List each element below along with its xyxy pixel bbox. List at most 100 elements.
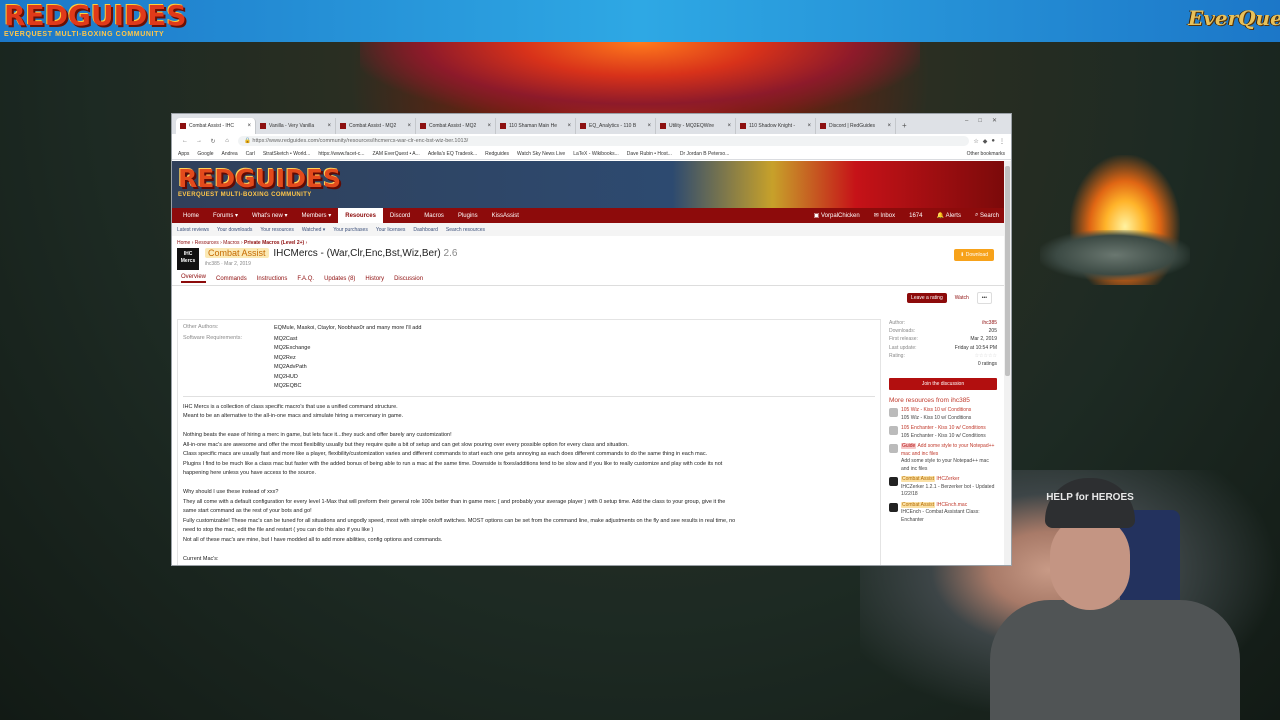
window-controls[interactable]: –□✕ xyxy=(965,117,1007,124)
nav-alerts[interactable]: 🔔 Alerts xyxy=(929,208,967,223)
menu-icon[interactable]: ⋮ xyxy=(999,138,1005,145)
close-icon[interactable]: × xyxy=(247,123,251,129)
new-tab-button[interactable]: + xyxy=(896,118,913,134)
nav-item[interactable]: KissAssist xyxy=(485,208,526,223)
resource-tab[interactable]: F.A.Q. xyxy=(297,276,314,282)
leave-rating-button[interactable]: Leave a rating xyxy=(907,292,947,303)
bookmark-item[interactable]: LaTeX - Wikibooks... xyxy=(573,151,619,157)
close-icon[interactable]: × xyxy=(487,123,491,129)
download-button[interactable]: ⬇ Download xyxy=(954,249,994,261)
more-resource-item[interactable]: 105 Wiz - Kiss 10 w/ Conditions 105 Wiz -… xyxy=(889,407,997,422)
browser-tab[interactable]: Combat Assist - IHC × xyxy=(176,118,256,134)
nav-inbox[interactable]: ✉ Inbox xyxy=(867,208,902,223)
more-resource-item[interactable]: Combat Assist IHCEnch.mac IHCEnch - Comba… xyxy=(889,501,997,525)
subnav-item[interactable]: Latest reviews xyxy=(177,227,209,233)
resource-tab[interactable]: Instructions xyxy=(257,276,288,282)
more-resource-item[interactable]: 105 Enchanter - Kiss 10 w/ Conditions 105… xyxy=(889,425,997,440)
bookmark-item[interactable]: Google xyxy=(197,151,213,157)
close-icon[interactable]: × xyxy=(887,123,891,129)
description-line: Nothing beats the ease of hiring a merc … xyxy=(183,432,452,438)
subnav-item[interactable]: Search resources xyxy=(446,227,485,233)
close-icon[interactable]: × xyxy=(727,123,731,129)
nav-item[interactable]: Discord xyxy=(383,208,417,223)
extension-icon[interactable]: ◆ xyxy=(983,138,988,145)
nav-user[interactable]: ▣ VorpalChicken xyxy=(807,208,867,223)
bookmark-item[interactable]: Apps xyxy=(178,151,189,157)
browser-tab[interactable]: EQ_Analytics - 110 B × xyxy=(576,118,656,134)
more-resource-item[interactable]: Combat Assist IHCZerker IHCZerker 1.2.1 -… xyxy=(889,476,997,499)
resource-tab[interactable]: Commands xyxy=(216,276,247,282)
bookmark-item[interactable]: Andrea xyxy=(222,151,238,157)
browser-tab[interactable]: Combat Assist - MQ2 × xyxy=(416,118,496,134)
more-resource-title[interactable]: Guide Add some style to your Notepad++ m… xyxy=(901,443,997,458)
nav-item[interactable]: Forums ▾ xyxy=(206,208,245,223)
bookmark-item[interactable]: Dave Rubin • Host... xyxy=(627,151,672,157)
bookmark-item[interactable]: Watch Sky News Live xyxy=(517,151,565,157)
bookmark-item[interactable]: Redguides xyxy=(485,151,509,157)
more-resource-title[interactable]: Combat Assist IHCZerker xyxy=(901,476,997,484)
forward-icon[interactable]: → xyxy=(192,138,206,144)
resource-tabs: Overview Commands Instructions F.A.Q. Update… xyxy=(172,272,1006,286)
nav-item[interactable]: What's new ▾ xyxy=(245,208,295,223)
close-icon[interactable]: × xyxy=(327,123,331,129)
subnav-item[interactable]: Your resources xyxy=(260,227,293,233)
resource-tab[interactable]: Overview xyxy=(181,274,207,283)
nav-user-label: VorpalChicken xyxy=(821,212,860,219)
subnav-item[interactable]: Your licenses xyxy=(376,227,406,233)
profile-icon[interactable]: ● xyxy=(991,138,995,145)
nav-search[interactable]: ⌕ Search xyxy=(968,208,1006,223)
browser-tab[interactable]: Discord | RedGuides × xyxy=(816,118,896,134)
close-icon[interactable]: × xyxy=(407,123,411,129)
nav-item[interactable]: Resources xyxy=(338,208,383,223)
browser-tab[interactable]: 110 Shadow Knight - × xyxy=(736,118,816,134)
close-icon[interactable]: × xyxy=(807,123,811,129)
watch-button[interactable]: Watch xyxy=(951,293,973,303)
subnav-item[interactable]: Watched ▾ xyxy=(302,227,325,233)
prefix-badge[interactable]: Combat Assist xyxy=(205,248,269,258)
bookmark-item[interactable]: Adelia's EQ Tradesk... xyxy=(428,151,477,157)
scrollbar-thumb[interactable] xyxy=(1005,166,1010,376)
nav-count[interactable]: 1674 xyxy=(902,208,929,223)
url-input[interactable]: 🔒 https://www.redguides.com/community/re… xyxy=(238,136,970,146)
close-icon[interactable]: × xyxy=(647,123,651,129)
more-resource-title[interactable]: 105 Enchanter - Kiss 10 w/ Conditions xyxy=(901,425,986,433)
browser-tab[interactable]: Vanilla - Very Vanilla × xyxy=(256,118,336,134)
more-resource-title[interactable]: 105 Wiz - Kiss 10 w/ Conditions xyxy=(901,407,971,415)
avatar-icon: ▣ xyxy=(813,213,822,219)
bookmark-item[interactable]: ZAM EverQuest • A... xyxy=(372,151,419,157)
browser-tab[interactable]: 110 Shaman Main He × xyxy=(496,118,576,134)
nav-item[interactable]: Members ▾ xyxy=(295,208,339,223)
breadcrumb: Home › Resources › Macros › Private Macr… xyxy=(172,236,1006,246)
nav-item[interactable]: Macros xyxy=(417,208,451,223)
nav-item[interactable]: Plugins xyxy=(451,208,485,223)
bookmark-item[interactable]: https://www.facet-c... xyxy=(318,151,364,157)
more-options-button[interactable]: ••• xyxy=(976,291,992,304)
other-bookmarks[interactable]: Other bookmarks xyxy=(967,151,1005,157)
sidebar-row: Last update: Friday at 10:54 PM xyxy=(889,344,997,352)
star-icon[interactable]: ☆ xyxy=(973,138,978,145)
sidebar-row-value[interactable]: ihc385 xyxy=(982,319,997,327)
bookmark-item[interactable]: Carl xyxy=(246,151,255,157)
browser-tab-label: Combat Assist - IHC xyxy=(189,123,235,129)
subnav-item[interactable]: Dashboard xyxy=(413,227,437,233)
site-logo[interactable]: REDGUIDES EVERQUEST MULTI-BOXING COMMUNI… xyxy=(178,166,341,199)
more-resource-title[interactable]: Combat Assist IHCEnch.mac xyxy=(901,501,997,510)
resource-tab[interactable]: Updates (8) xyxy=(324,276,355,282)
join-discussion-button[interactable]: Join the discussion xyxy=(889,378,997,391)
home-icon[interactable]: ⌂ xyxy=(220,138,234,144)
nav-item[interactable]: Home xyxy=(176,208,206,223)
more-resources-heading[interactable]: More resources from ihc385 xyxy=(889,397,997,404)
bookmark-item[interactable]: StratSketch • World... xyxy=(263,151,311,157)
bookmark-item[interactable]: Dr Jordan B Peterso... xyxy=(680,151,729,157)
resource-tab[interactable]: Discussion xyxy=(394,276,423,282)
subnav-item[interactable]: Your downloads xyxy=(217,227,252,233)
reload-icon[interactable]: ↻ xyxy=(206,138,220,145)
back-icon[interactable]: ← xyxy=(178,138,192,144)
browser-tab[interactable]: Combat Assist - MQ2 × xyxy=(336,118,416,134)
more-resource-item[interactable]: Guide Add some style to your Notepad++ m… xyxy=(889,443,997,473)
resource-tab[interactable]: History xyxy=(365,276,384,282)
browser-window: Combat Assist - IHC × Vanilla - Very Vanil… xyxy=(171,113,1012,566)
subnav-item[interactable]: Your purchases xyxy=(333,227,368,233)
close-icon[interactable]: × xyxy=(567,123,571,129)
browser-tab[interactable]: Utility - MQ2EQWire × xyxy=(656,118,736,134)
